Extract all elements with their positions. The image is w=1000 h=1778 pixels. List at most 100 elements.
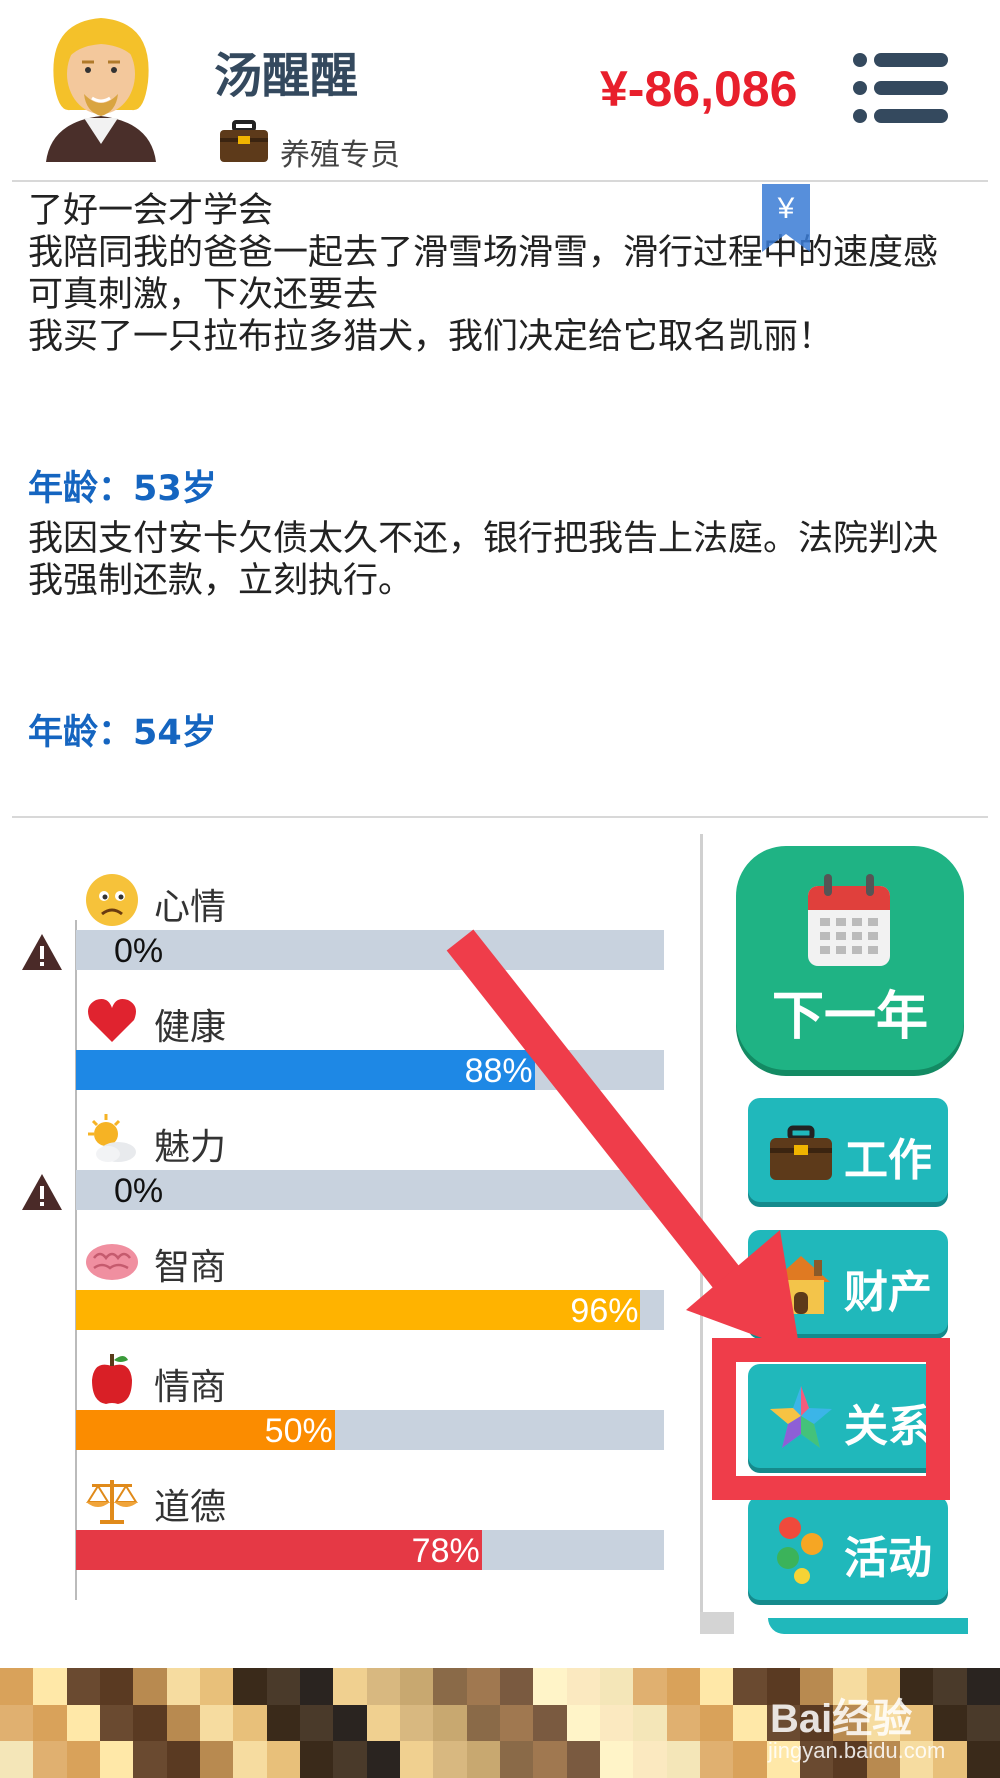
log-line: 了好一会才学会: [28, 191, 274, 231]
mosaic-tile: [533, 1704, 567, 1742]
warning-icon: [20, 1172, 64, 1212]
menu-icon[interactable]: [852, 52, 948, 124]
mosaic-tile: [333, 1704, 367, 1742]
mosaic-tile: [333, 1668, 367, 1705]
mosaic-tile: [233, 1668, 267, 1705]
sad-face-icon: [84, 872, 140, 928]
money-balance: ¥-86,086: [600, 61, 798, 117]
log-divider: [12, 816, 988, 818]
mosaic-tile: [199, 1741, 234, 1778]
more-button-edge[interactable]: [768, 1618, 968, 1634]
stat-label: 情商: [154, 1367, 227, 1408]
stat-label: 心情: [154, 887, 227, 928]
stat-label: 道德: [154, 1487, 227, 1528]
baidu-watermark: Bai经验: [770, 1697, 913, 1741]
mosaic-tile: [366, 1704, 400, 1742]
briefcase-icon: [770, 1125, 832, 1180]
mosaic-tile: [633, 1741, 667, 1778]
stat-label: 健康: [154, 1007, 227, 1048]
mosaic-tile: [933, 1704, 967, 1742]
property-label: 财产: [844, 1267, 932, 1318]
mosaic-tile: [133, 1668, 167, 1705]
scales-icon: [84, 1472, 140, 1528]
calendar-icon: [808, 874, 890, 966]
panel-divider: [700, 834, 703, 1634]
activity-button[interactable]: 活动: [748, 1496, 948, 1600]
mosaic-tile: [599, 1741, 634, 1778]
mosaic-tile: [33, 1704, 67, 1742]
player-name: 汤醒醒: [214, 48, 359, 104]
mosaic-tile: [299, 1668, 334, 1705]
mosaic-tile: [566, 1741, 600, 1778]
mosaic-tile: [166, 1741, 200, 1778]
money-tab-symbol: ¥: [777, 192, 795, 225]
mosaic-tile: [399, 1668, 434, 1705]
mosaic-tile: [966, 1741, 1000, 1778]
mosaic-tile: [266, 1668, 300, 1705]
briefcase-icon: [220, 120, 268, 162]
mosaic-tile: [699, 1704, 734, 1742]
relations-button[interactable]: 关系: [748, 1364, 948, 1468]
work-button[interactable]: 工作: [748, 1098, 948, 1202]
warning-icon: [20, 932, 64, 972]
mosaic-tile: [666, 1668, 700, 1705]
mosaic-tile: [166, 1704, 200, 1742]
mosaic-tile: [333, 1741, 367, 1778]
mosaic-tile: [699, 1741, 734, 1778]
life-event-log[interactable]: 了好一会才学会 我陪同我的爸爸一起去了滑雪场滑雪，滑行过程中的速度感可真刺激，下…: [28, 190, 968, 810]
job-title: 养殖专员: [280, 138, 400, 173]
mosaic-tile: [266, 1741, 300, 1778]
activity-label: 活动: [844, 1533, 932, 1584]
mosaic-tile: [533, 1668, 567, 1705]
stat-bar: 50%: [76, 1410, 664, 1450]
mosaic-tile: [666, 1741, 700, 1778]
age-heading: 年龄：53岁: [28, 469, 217, 509]
house-icon: [772, 1256, 830, 1314]
mosaic-tile: [233, 1741, 267, 1778]
mosaic-tile: [99, 1704, 134, 1742]
mosaic-tile: [0, 1741, 34, 1778]
mosaic-tile: [366, 1741, 400, 1778]
header-divider: [12, 180, 988, 182]
mosaic-tile: [666, 1704, 700, 1742]
stat-label: 魅力: [154, 1127, 227, 1168]
mosaic-tile: [733, 1704, 767, 1742]
mosaic-tile: [433, 1741, 467, 1778]
mosaic-tile: [299, 1741, 334, 1778]
mosaic-tile: [133, 1704, 167, 1742]
mosaic-tile: [599, 1668, 634, 1705]
mosaic-tile: [66, 1704, 100, 1742]
next-year-button[interactable]: 下一年: [736, 846, 964, 1070]
money-bookmark-icon[interactable]: ¥: [760, 184, 812, 254]
relations-label: 关系: [844, 1401, 932, 1452]
star-icon: [770, 1386, 832, 1448]
work-label: 工作: [844, 1135, 932, 1186]
mosaic-tile: [33, 1741, 67, 1778]
stats-axis-line: [75, 920, 77, 1600]
mosaic-tile: [966, 1704, 1000, 1742]
stat-bar-fill: [76, 1290, 641, 1330]
mosaic-tile: [299, 1704, 334, 1742]
mosaic-tile: [199, 1704, 234, 1742]
mosaic-tile: [466, 1741, 500, 1778]
stat-bar: 96%: [76, 1290, 664, 1330]
stat-label: 智商: [154, 1247, 227, 1288]
brain-icon: [84, 1232, 140, 1288]
mosaic-tile: [699, 1668, 734, 1705]
stat-percent: 0%: [114, 1172, 164, 1210]
scroll-indicator: [700, 1612, 734, 1634]
activity-dots-icon: [777, 1517, 823, 1584]
stat-bar: 78%: [76, 1530, 664, 1570]
heart-icon: [84, 992, 140, 1048]
stat-percent: 50%: [264, 1412, 333, 1450]
mosaic-tile: [66, 1741, 100, 1778]
mosaic-tile: [566, 1668, 600, 1705]
mosaic-tile: [399, 1704, 434, 1742]
mosaic-tile: [433, 1668, 467, 1705]
avatar[interactable]: [36, 12, 166, 162]
stat-bar: 88%: [76, 1050, 664, 1090]
stat-percent: 88%: [464, 1052, 533, 1090]
mosaic-tile: [599, 1704, 634, 1742]
property-button[interactable]: 财产: [748, 1230, 948, 1334]
age-heading: 年龄：54岁: [28, 713, 217, 753]
